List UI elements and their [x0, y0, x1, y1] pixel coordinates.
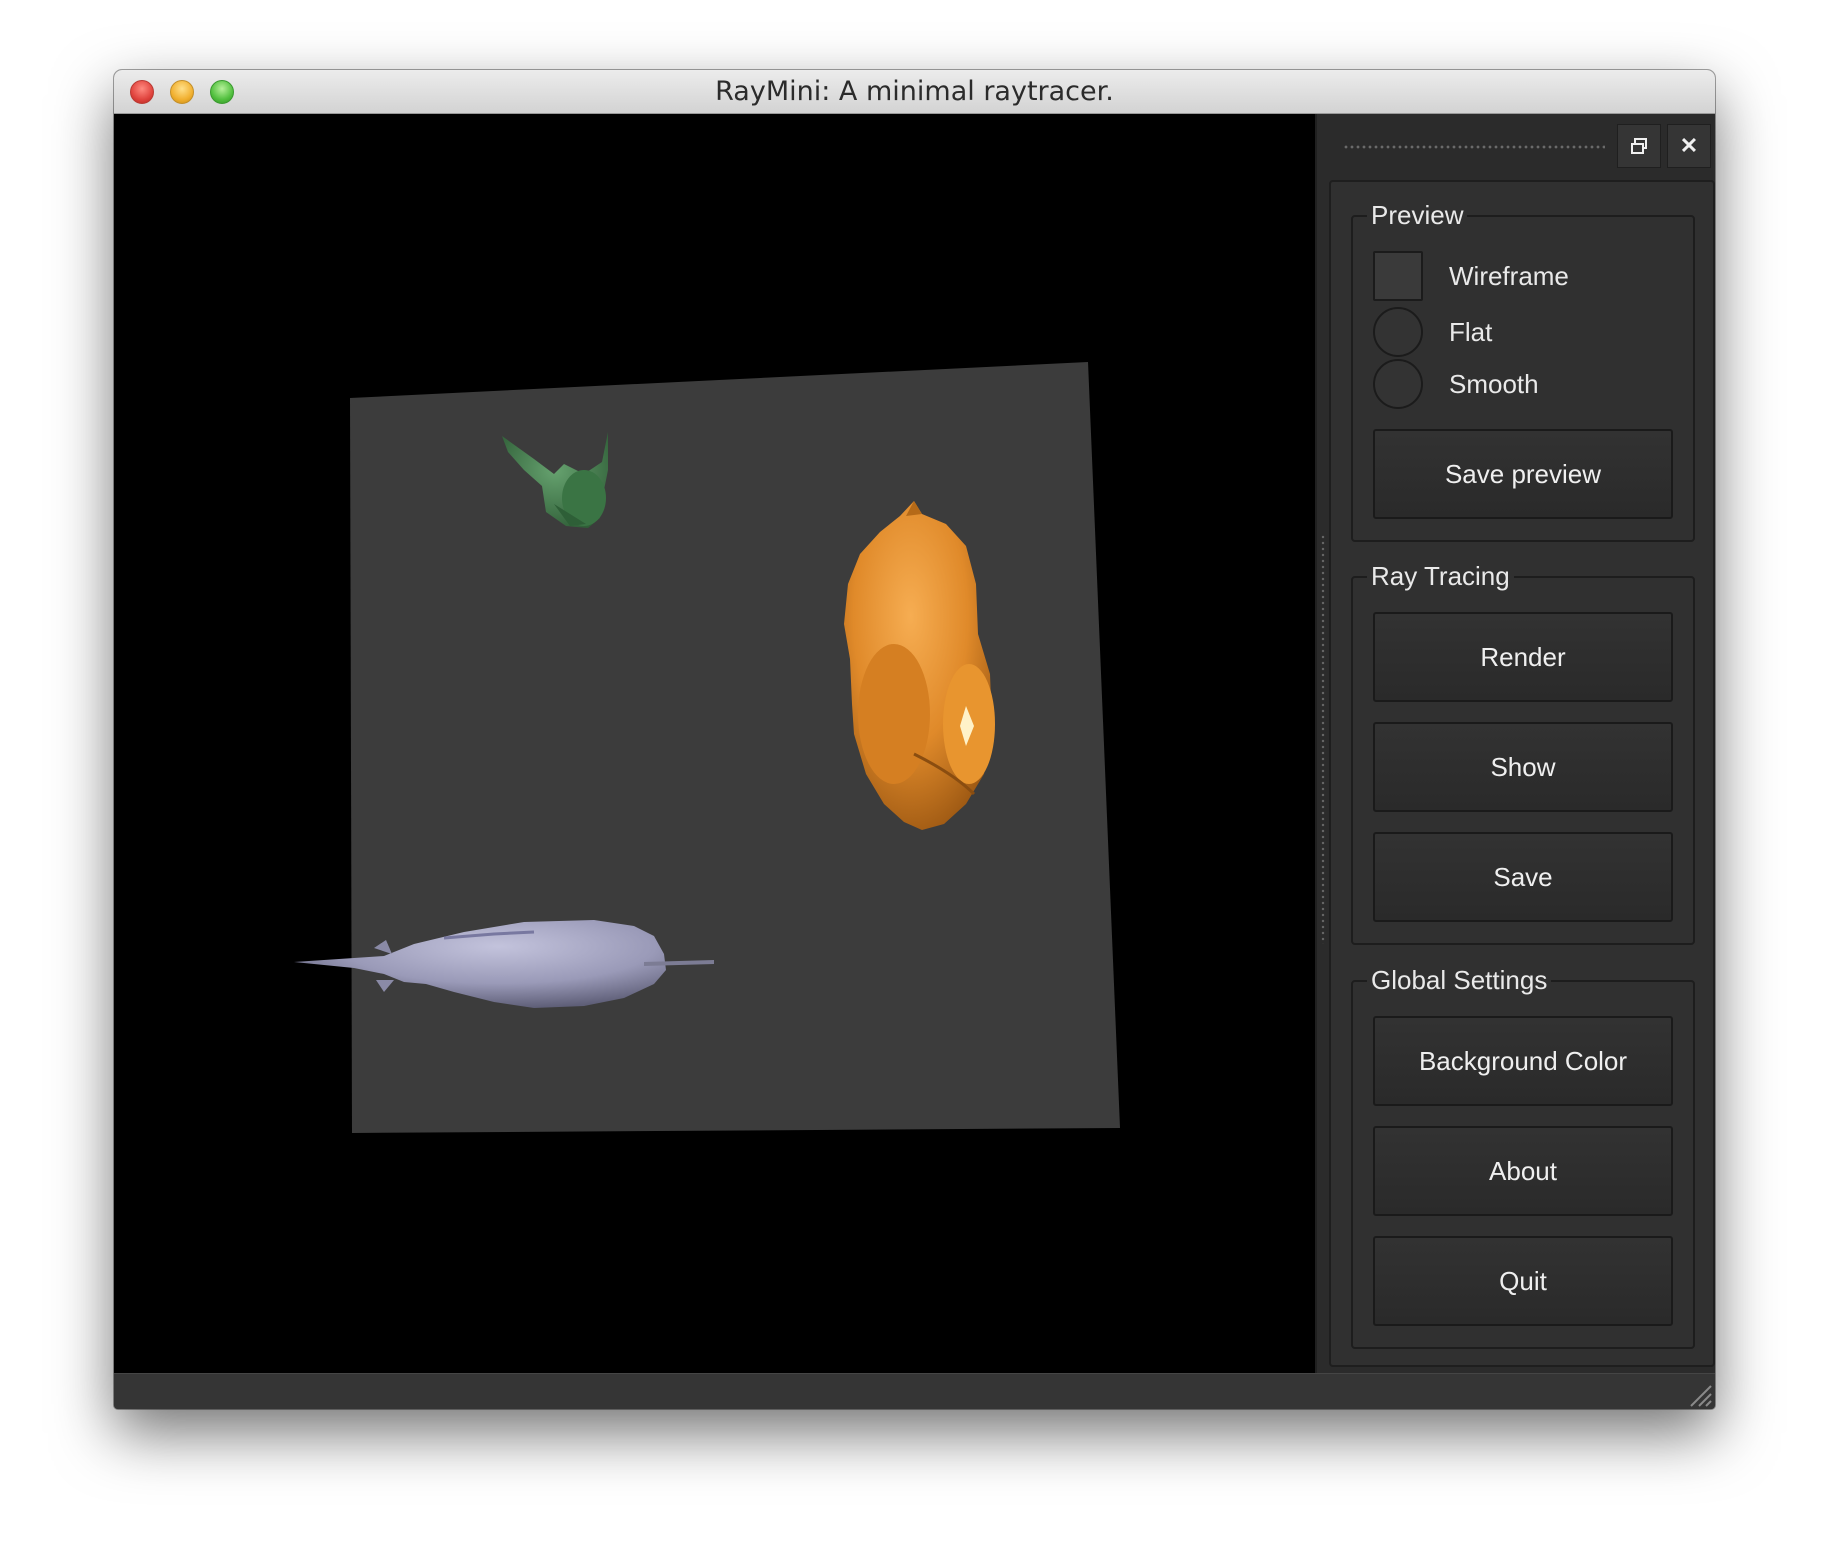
float-window-icon[interactable]: [1617, 124, 1661, 168]
global-settings-group-title: Global Settings: [1367, 964, 1552, 996]
flat-radio[interactable]: [1373, 307, 1423, 357]
show-button[interactable]: Show: [1373, 722, 1673, 812]
ray-tracing-group: Ray Tracing Render Show Save: [1351, 560, 1695, 945]
preview-group-title: Preview: [1367, 199, 1468, 231]
flat-label: Flat: [1449, 317, 1493, 347]
render-viewport[interactable]: [114, 114, 1315, 1373]
controls-panel: Preview Wireframe Flat Smooth Save previ…: [1329, 180, 1715, 1367]
wireframe-option[interactable]: Wireframe: [1373, 251, 1673, 303]
save-preview-button[interactable]: Save preview: [1373, 429, 1673, 519]
quit-button[interactable]: Quit: [1373, 1236, 1673, 1326]
save-button[interactable]: Save: [1373, 832, 1673, 922]
dock-grip[interactable]: [1343, 144, 1605, 150]
flat-option[interactable]: Flat: [1373, 307, 1673, 359]
preview-group: Preview Wireframe Flat Smooth Save previ…: [1351, 199, 1695, 542]
render-button[interactable]: Render: [1373, 612, 1673, 702]
title-bar[interactable]: RayMini: A minimal raytracer.: [114, 70, 1715, 114]
status-bar: [114, 1373, 1715, 1409]
scene-canvas[interactable]: [114, 114, 1315, 1373]
ground-plane: [350, 362, 1120, 1133]
app-window: RayMini: A minimal raytracer. ✕ Preview …: [114, 70, 1715, 1409]
close-icon[interactable]: ✕: [1667, 124, 1711, 168]
controls-dock: ✕ Preview Wireframe Flat Smooth Save pre…: [1315, 114, 1715, 1373]
wireframe-label: Wireframe: [1449, 261, 1569, 291]
ray-tracing-group-title: Ray Tracing: [1367, 560, 1514, 592]
dock-title-bar[interactable]: ✕: [1317, 114, 1715, 180]
smooth-radio[interactable]: [1373, 359, 1423, 409]
wireframe-checkbox[interactable]: [1373, 251, 1423, 301]
resize-grip-icon[interactable]: [1687, 1382, 1713, 1408]
window-title: RayMini: A minimal raytracer.: [715, 76, 1114, 107]
about-button[interactable]: About: [1373, 1126, 1673, 1216]
global-settings-group: Global Settings Background Color About Q…: [1351, 964, 1695, 1349]
smooth-option[interactable]: Smooth: [1373, 359, 1673, 411]
smooth-label: Smooth: [1449, 369, 1539, 399]
background-color-button[interactable]: Background Color: [1373, 1016, 1673, 1106]
dock-splitter[interactable]: [1321, 534, 1325, 944]
